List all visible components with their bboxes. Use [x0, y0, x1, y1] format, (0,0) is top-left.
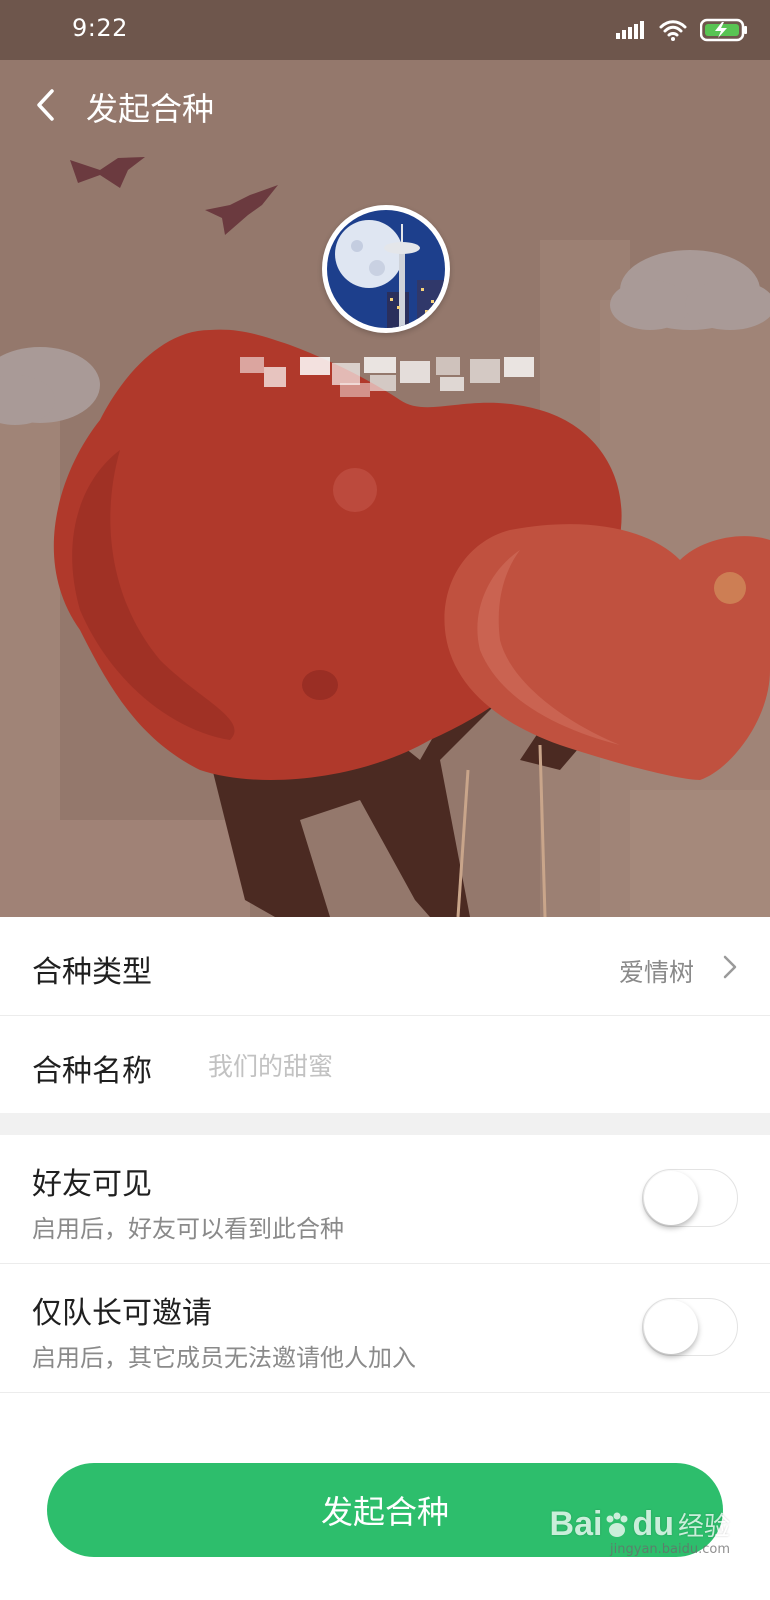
- toggle-knob: [644, 1171, 698, 1225]
- paw-icon: [606, 1512, 628, 1537]
- tree-name-row: 合种名称: [0, 1016, 770, 1113]
- back-button[interactable]: [26, 82, 66, 128]
- chevron-left-icon: [37, 89, 54, 121]
- tree-type-label: 合种类型: [32, 955, 152, 990]
- status-bar: 9:22: [0, 0, 770, 60]
- form: 合种类型 爱情树 合种名称 好友可见 启用后，好友可以看到此合种 仅队长可邀请 …: [0, 917, 770, 1393]
- tree-type-row[interactable]: 合种类型 爱情树: [0, 917, 770, 1016]
- friends-visible-title: 好友可见: [32, 1167, 152, 1202]
- tree-type-value: 爱情树: [618, 958, 694, 987]
- leader-invite-only-row: 仅队长可邀请 启用后，其它成员无法邀请他人加入: [0, 1264, 770, 1393]
- watermark-brand-2: du: [632, 1505, 674, 1543]
- watermark-brand: Bai: [549, 1505, 603, 1543]
- tree-name-label: 合种名称: [32, 1054, 152, 1089]
- friends-visible-toggle[interactable]: [642, 1169, 738, 1227]
- signal-icon: [616, 21, 644, 39]
- page-title: 发起合种: [86, 90, 215, 128]
- baidu-jingyan-watermark: Bai du 经验 jingyan.baidu.com: [550, 1505, 730, 1557]
- status-time: 9:22: [72, 14, 128, 42]
- tree-name-input[interactable]: [208, 1046, 728, 1086]
- leader-invite-only-desc: 启用后，其它成员无法邀请他人加入: [32, 1344, 416, 1372]
- section-divider: [0, 1113, 770, 1135]
- watermark-url: jingyan.baidu.com: [610, 1542, 730, 1557]
- avatar: [322, 205, 450, 333]
- wifi-icon: [659, 20, 687, 41]
- top-bar: 发起合种: [0, 60, 770, 150]
- leader-invite-only-title: 仅队长可邀请: [32, 1296, 212, 1331]
- hero-banner: 9:22 发起合种: [0, 0, 770, 917]
- blurred-username: [240, 357, 534, 397]
- friends-visible-desc: 启用后，好友可以看到此合种: [32, 1215, 344, 1243]
- watermark-sub: 经验: [677, 1511, 730, 1541]
- leader-invite-only-toggle[interactable]: [642, 1298, 738, 1356]
- friends-visible-row: 好友可见 启用后，好友可以看到此合种: [0, 1135, 770, 1264]
- battery-charging-icon: [700, 18, 747, 42]
- chevron-right-icon: [723, 955, 737, 979]
- toggle-knob: [644, 1300, 698, 1354]
